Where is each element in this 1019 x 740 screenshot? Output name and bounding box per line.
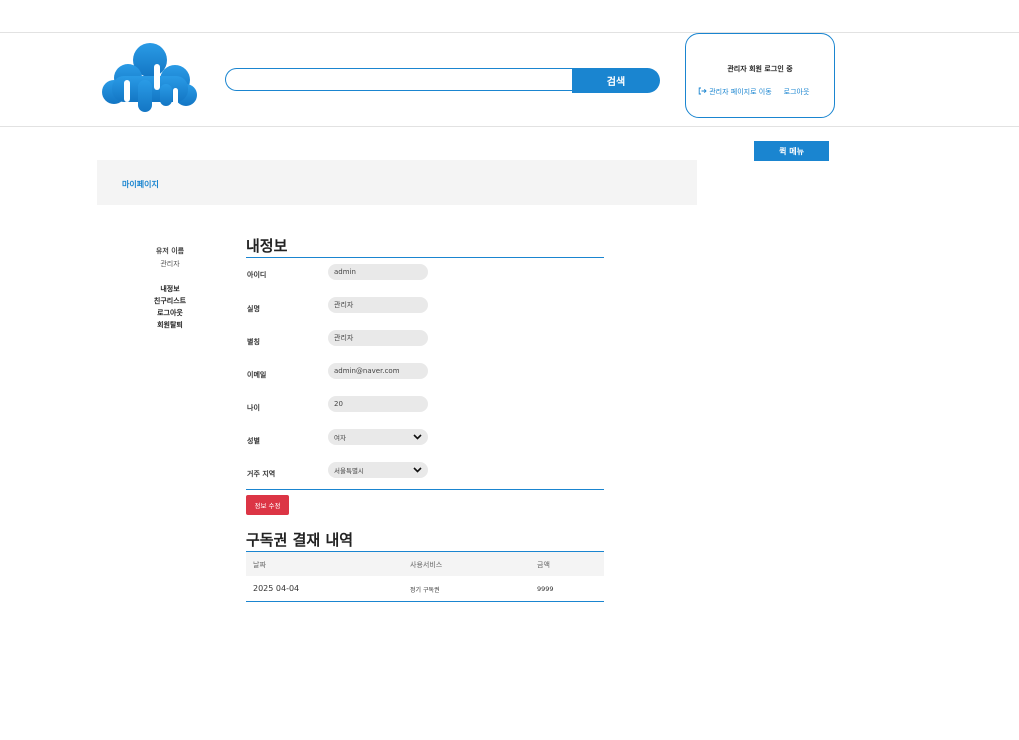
search-button[interactable]: 검색 [572, 68, 660, 93]
region-select[interactable]: 서울특별시 [328, 462, 428, 478]
age-label: 나이 [247, 404, 260, 412]
row-amount: 9999 [537, 585, 554, 593]
age-field[interactable]: 20 [328, 396, 428, 412]
edit-profile-button[interactable]: 정보 수정 [246, 495, 289, 515]
profile-form-bottom-line [246, 489, 604, 490]
mypage-title: 마이페이지 [122, 180, 159, 189]
login-links: 관리자 페이지로 이동 로그아웃 [698, 87, 809, 97]
search-bar: 검색 [225, 68, 660, 93]
chevron-down-icon [413, 434, 422, 440]
gender-label: 성별 [247, 437, 260, 445]
logout-link[interactable]: 로그아웃 [784, 87, 810, 97]
search-input[interactable] [225, 68, 572, 91]
user-name-label: 유저 이름 [155, 247, 185, 255]
row-date: 2025 04-04 [253, 584, 300, 593]
region-select-value: 서울특별시 [334, 467, 364, 475]
row-service: 정기 구독권 [410, 587, 440, 594]
email-label: 이메일 [247, 371, 267, 379]
nickname-field[interactable]: 관리자 [328, 330, 428, 346]
column-header-service: 사용서비스 [410, 561, 443, 569]
subscription-table-bottom-line [246, 601, 604, 602]
nickname-label: 별칭 [247, 338, 260, 346]
mypage-sidebar: 유저 이름 관리자 내정보 친구리스트 로그아웃 회원탈퇴 [140, 246, 200, 331]
mypage-header: 마이페이지 [97, 160, 697, 205]
chevron-down-icon [413, 467, 422, 473]
column-header-amount: 금액 [537, 561, 550, 569]
quick-menu-button[interactable]: 퀵 메뉴 [754, 141, 829, 161]
subscription-section-title: 구독권 결재 내역 [246, 531, 354, 549]
profile-title-underline [246, 257, 604, 258]
sign-in-icon [698, 87, 707, 95]
real-name-label: 실명 [247, 305, 260, 313]
region-label: 거주 지역 [247, 470, 276, 478]
site-logo[interactable] [100, 40, 198, 114]
login-status-box: 관리자 회원 로그인 중 관리자 페이지로 이동 로그아웃 [685, 33, 835, 118]
subscription-table-header: 날짜 사용서비스 금액 [246, 552, 604, 576]
real-name-field[interactable]: 관리자 [328, 297, 428, 313]
login-status-text: 관리자 회원 로그인 중 [727, 65, 793, 73]
column-header-date: 날짜 [253, 561, 266, 569]
gender-select-value: 여자 [334, 434, 346, 442]
id-field[interactable]: admin [328, 264, 428, 280]
sidebar-item-friend-list[interactable]: 친구리스트 [140, 295, 200, 307]
cloud-logo-icon [102, 43, 197, 112]
id-label: 아이디 [247, 271, 267, 279]
table-row: 2025 04-04 정기 구독권 9999 [246, 576, 604, 600]
header-bottom-divider [0, 126, 1019, 127]
sidebar-item-logout[interactable]: 로그아웃 [140, 307, 200, 319]
user-role: 관리자 [160, 260, 180, 268]
sidebar-item-my-info[interactable]: 내정보 [140, 283, 200, 295]
sidebar-item-withdraw[interactable]: 회원탈퇴 [140, 319, 200, 331]
email-field[interactable]: admin@naver.com [328, 363, 428, 379]
gender-select[interactable]: 여자 [328, 429, 428, 445]
admin-page-link-label: 관리자 페이지로 이동 [709, 88, 772, 96]
profile-section-title: 내정보 [246, 237, 288, 255]
header-top-divider [0, 32, 1019, 33]
sidebar-menu: 내정보 친구리스트 로그아웃 회원탈퇴 [140, 283, 200, 331]
admin-page-link[interactable]: 관리자 페이지로 이동 [698, 87, 772, 97]
